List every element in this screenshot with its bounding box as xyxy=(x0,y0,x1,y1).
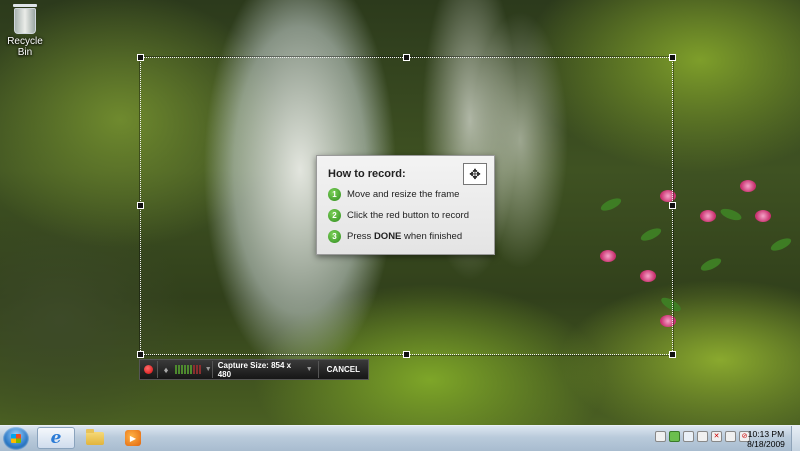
how-to-record-panel: How to record: ✥ 1 Move and resize the f… xyxy=(316,155,495,255)
taskbar-media-player[interactable]: ▶ xyxy=(114,427,152,449)
clock-time: 10:13 PM xyxy=(747,429,785,439)
done-keyword: DONE xyxy=(373,231,402,242)
how-to-title: How to record: xyxy=(328,168,406,180)
network-error-icon[interactable]: ✕ xyxy=(711,431,722,442)
step-2: 2 Click the red button to record xyxy=(328,209,469,222)
chevron-down-icon: ▼ xyxy=(305,366,313,373)
internet-explorer-icon: e xyxy=(50,428,62,448)
show-desktop-button[interactable] xyxy=(791,426,800,451)
tray-app-icon[interactable] xyxy=(655,431,666,442)
resize-handle-top[interactable] xyxy=(403,54,410,61)
step-3-badge: 3 xyxy=(328,230,341,243)
capture-size-label: Capture Size: 854 x 480 xyxy=(217,360,292,379)
resize-handle-top-left[interactable] xyxy=(137,54,144,61)
chevron-down-icon: ▼ xyxy=(204,366,212,373)
security-shield-icon[interactable] xyxy=(683,431,694,442)
media-player-icon: ▶ xyxy=(125,430,141,446)
step-1: 1 Move and resize the frame xyxy=(328,188,459,201)
resize-handle-bottom-right[interactable] xyxy=(669,351,676,358)
taskbar-windows-explorer[interactable] xyxy=(76,427,114,449)
start-orb-icon[interactable] xyxy=(3,427,29,450)
resize-handle-top-right[interactable] xyxy=(669,54,676,61)
taskbar-internet-explorer[interactable]: e xyxy=(37,427,75,449)
step-1-text: Move and resize the frame xyxy=(347,189,460,200)
power-icon[interactable] xyxy=(725,431,736,442)
step-3: 3 Press DONE when finished xyxy=(328,230,462,243)
action-center-icon[interactable] xyxy=(669,431,680,442)
recording-toolbar: ♦ ▼ Capture Size: 854 x 480 ▼ CANCEL xyxy=(139,359,369,380)
network-icon[interactable] xyxy=(697,431,708,442)
record-button[interactable] xyxy=(140,361,158,378)
audio-level-control[interactable]: ♦ ▼ xyxy=(158,361,213,378)
record-icon xyxy=(143,365,153,374)
audio-level-meter xyxy=(174,365,201,374)
clock-date: 8/18/2009 xyxy=(747,439,785,449)
step-2-badge: 2 xyxy=(328,209,341,222)
cancel-button[interactable]: CANCEL xyxy=(319,361,368,378)
resize-handle-bottom[interactable] xyxy=(403,351,410,358)
move-arrows-icon[interactable]: ✥ xyxy=(463,163,487,185)
capture-size-dropdown[interactable]: Capture Size: 854 x 480 ▼ xyxy=(213,360,319,379)
recycle-bin-desktop-icon[interactable]: Recycle Bin xyxy=(2,4,48,58)
recycle-bin-label: Recycle Bin xyxy=(7,36,43,58)
resize-handle-bottom-left[interactable] xyxy=(137,351,144,358)
taskbar: e ▶ ✕ ⊘ 10:13 PM 8/18/2009 xyxy=(0,425,800,451)
resize-handle-left[interactable] xyxy=(137,202,144,209)
folder-icon xyxy=(86,428,104,445)
microphone-icon: ♦ xyxy=(163,364,169,375)
step-2-text: Click the red button to record xyxy=(347,210,469,221)
resize-handle-right[interactable] xyxy=(669,202,676,209)
recycle-bin-icon xyxy=(13,4,37,7)
step-3-text: Press DONE when finished xyxy=(347,231,463,242)
clock[interactable]: 10:13 PM 8/18/2009 xyxy=(742,429,790,449)
system-tray: ✕ ⊘ xyxy=(655,431,750,442)
step-1-badge: 1 xyxy=(328,188,341,201)
